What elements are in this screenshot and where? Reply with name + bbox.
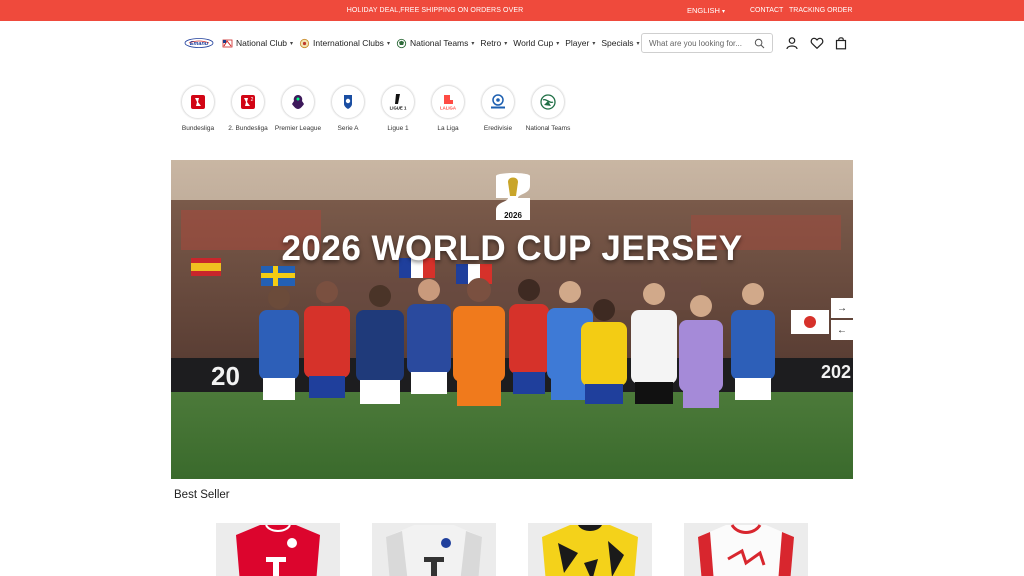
league-logo <box>531 85 565 119</box>
league-logo: LALIGA <box>431 85 465 119</box>
contact-link[interactable]: CONTACT <box>750 0 783 21</box>
chevron-down-icon: ▾ <box>556 40 560 47</box>
league-item-serie-a[interactable]: Serie A <box>323 85 373 134</box>
chevron-down-icon: ▾ <box>386 40 390 47</box>
ligue-1-icon: LIGUE 1 <box>390 94 407 111</box>
nav-label: World Cup <box>513 38 554 48</box>
league-label: La Liga <box>437 125 459 132</box>
svg-text:Emanu: Emanu <box>190 41 209 47</box>
svg-text:202: 202 <box>821 362 851 382</box>
globe-ball-icon <box>540 94 556 110</box>
best-seller-heading: Best Seller <box>174 489 230 501</box>
league-label: 2. Bundesliga <box>228 125 268 132</box>
league-item-eredivisie[interactable]: Eredivisie <box>473 85 523 134</box>
league-logo <box>281 85 315 119</box>
language-selector[interactable]: ENGLISH ▾ <box>687 0 725 21</box>
product-card[interactable] <box>372 523 496 576</box>
tracking-order-link[interactable]: TRACKING ORDER <box>789 0 852 21</box>
main-nav: National Club ▾ International Clubs ▾ Na… <box>222 33 646 53</box>
chevron-down-icon: ▾ <box>504 40 508 47</box>
league-logo <box>331 85 365 119</box>
nav-international-clubs[interactable]: International Clubs ▾ <box>299 38 390 49</box>
svg-text:LIGUE 1: LIGUE 1 <box>390 106 407 111</box>
league-item-national-teams[interactable]: National Teams <box>523 85 573 134</box>
hero-banner[interactable]: 20 202 2026 2026 WORLD CUP JERSEY → ← <box>171 160 853 479</box>
promo-text: HOLIDAY DEAL,FREE SHIPPING ON ORDERS OVE… <box>346 7 524 14</box>
league-item-2-bundesliga[interactable]: 2 2. Bundesliga <box>223 85 273 134</box>
world-cup-logo: 2026 <box>496 173 530 220</box>
nav-label: Retro <box>480 38 502 48</box>
nav-world-cup[interactable]: World Cup ▾ <box>513 38 559 48</box>
user-icon[interactable] <box>785 36 799 50</box>
globe-icon <box>299 38 310 48</box>
arrow-left-icon: ← <box>837 324 847 336</box>
chevron-down-icon: ▾ <box>592 40 596 47</box>
product-image <box>372 523 496 576</box>
nav-player[interactable]: Player ▾ <box>565 38 595 48</box>
nav-label: National Teams <box>409 38 469 48</box>
world-cup-logo-year: 2026 <box>504 211 522 220</box>
nav-national-club[interactable]: National Club ▾ <box>222 38 293 49</box>
search-icon[interactable] <box>754 38 765 49</box>
svg-text:2: 2 <box>251 97 254 103</box>
nav-label: Player <box>565 38 590 48</box>
league-logo: LIGUE 1 <box>381 85 415 119</box>
nav-label: National Club <box>236 38 288 48</box>
chevron-down-icon: ▾ <box>721 9 725 15</box>
product-image <box>528 523 652 576</box>
brand-logo[interactable]: Emanu <box>184 37 214 49</box>
ball-icon <box>396 38 407 48</box>
league-label: Premier League <box>274 125 322 132</box>
league-label: Ligue 1 <box>387 125 409 132</box>
chevron-down-icon: ▾ <box>636 40 640 47</box>
promo-bar: HOLIDAY DEAL,FREE SHIPPING ON ORDERS OVE… <box>0 0 1024 21</box>
bundesliga-icon <box>191 95 205 109</box>
league-label: Serie A <box>337 125 359 132</box>
premier-league-icon <box>292 95 304 109</box>
chevron-down-icon: ▾ <box>290 40 294 47</box>
league-item-ligue-1[interactable]: LIGUE 1 Ligue 1 <box>373 85 423 134</box>
league-item-premier-league[interactable]: Premier League <box>273 85 323 134</box>
svg-text:LALIGA: LALIGA <box>440 106 456 111</box>
league-label: Bundesliga <box>181 125 215 132</box>
league-item-bundesliga[interactable]: Bundesliga <box>173 85 223 134</box>
la-liga-icon: LALIGA <box>440 95 456 111</box>
chevron-down-icon: ▾ <box>471 40 475 47</box>
search-box <box>641 33 773 53</box>
product-image <box>684 523 808 576</box>
carousel-next-button[interactable]: → <box>831 298 853 318</box>
svg-text:20: 20 <box>211 361 240 391</box>
bundesliga-2-icon: 2 <box>241 95 255 109</box>
nav-retro[interactable]: Retro ▾ <box>480 38 507 48</box>
league-label: Eredivisie <box>483 125 513 132</box>
carousel-prev-button[interactable]: ← <box>831 320 853 340</box>
search-input[interactable] <box>649 36 753 51</box>
heart-icon[interactable] <box>810 36 824 50</box>
league-logo <box>481 85 515 119</box>
league-label: National Teams <box>525 125 571 132</box>
product-card[interactable] <box>216 523 340 576</box>
league-item-la-liga[interactable]: LALIGA La Liga <box>423 85 473 134</box>
banner-headline: 2026 WORLD CUP JERSEY <box>281 229 743 268</box>
eredivisie-icon <box>491 94 505 109</box>
nav-label: Specials <box>601 38 634 48</box>
product-card[interactable] <box>684 523 808 576</box>
product-card[interactable] <box>528 523 652 576</box>
nav-specials[interactable]: Specials ▾ <box>601 38 639 48</box>
nav-national-teams[interactable]: National Teams ▾ <box>396 38 474 49</box>
serie-a-icon <box>344 95 352 109</box>
language-label: ENGLISH <box>687 6 720 15</box>
arrow-right-icon: → <box>837 302 847 314</box>
bag-icon[interactable] <box>834 36 848 50</box>
nav-label: International Clubs <box>313 38 384 48</box>
club-flag-icon <box>222 39 233 47</box>
product-image <box>216 523 340 576</box>
league-logo: 2 <box>231 85 265 119</box>
league-logo <box>181 85 215 119</box>
